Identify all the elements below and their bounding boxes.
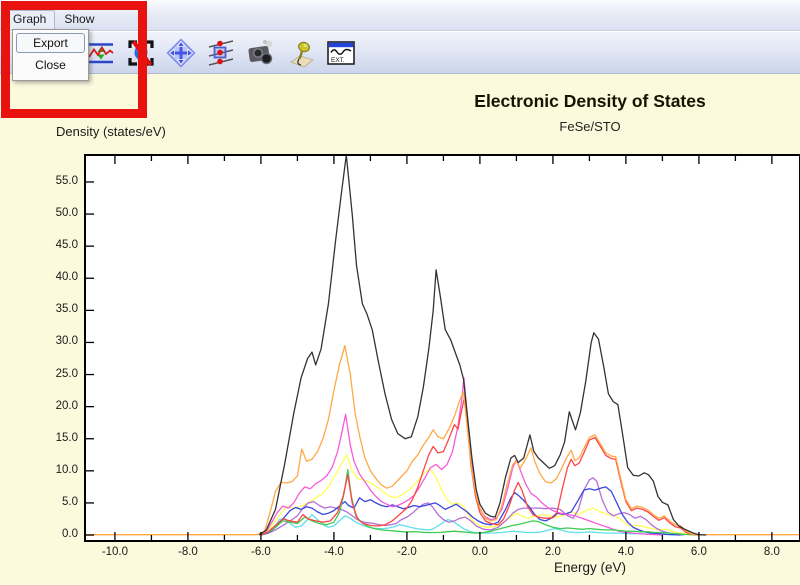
menu-item-close[interactable]: Close (16, 55, 85, 75)
x-tick-label: 8.0 (763, 546, 780, 558)
x-axis-title: Energy (eV) (553, 560, 627, 575)
y-tick-label: 25.0 (55, 367, 78, 380)
y-tick-label: 20.0 (55, 399, 78, 412)
x-tick-label: -8.0 (178, 546, 198, 558)
chart-subtitle: FeSe/STO (559, 119, 621, 134)
graph-dropdown-menu: Export Close (12, 29, 89, 81)
x-tick-label: 6.0 (690, 546, 707, 558)
x-tick-label: -6.0 (250, 546, 271, 558)
y-axis-title: Density (states/eV) (56, 124, 166, 139)
x-tick-label: -2.0 (396, 546, 417, 558)
x-tick-label: 0.0 (471, 546, 488, 558)
y-tick-label: 15.0 (55, 431, 78, 444)
chart-title: Electronic Density of States (474, 91, 706, 111)
y-tick-label: 30.0 (55, 335, 78, 348)
y-tick-label: 35.0 (55, 303, 78, 316)
y-tick-label: 40.0 (55, 271, 78, 284)
x-tick-label: 2.0 (544, 546, 561, 558)
y-tick-label: 55.0 (55, 174, 78, 187)
menu-item-export[interactable]: Export (16, 33, 85, 53)
chart-area: Electronic Density of States FeSe/STO De… (0, 73, 800, 585)
dos-plot (84, 154, 800, 542)
y-tick-label: 5.0 (62, 495, 78, 508)
y-tick-label: 0.0 (62, 528, 78, 541)
x-tick-label: 4.0 (617, 546, 634, 558)
x-tick-label: -4.0 (323, 546, 344, 558)
y-tick-label: 10.0 (55, 463, 78, 476)
y-tick-label: 50.0 (55, 207, 78, 220)
y-tick-label: 45.0 (55, 239, 78, 252)
x-tick-label: -10.0 (101, 546, 129, 558)
